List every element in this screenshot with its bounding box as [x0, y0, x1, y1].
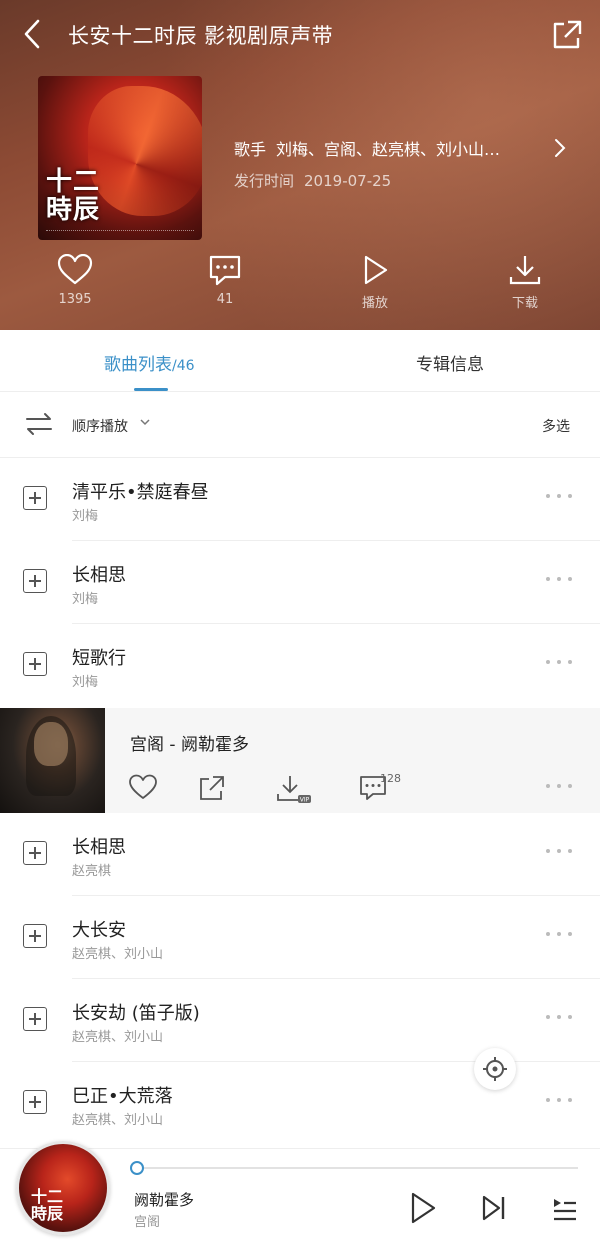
crosshair-icon — [483, 1057, 507, 1081]
tab-song-list-label: 歌曲列表 — [104, 355, 172, 375]
tab-bar: 歌曲列表/46 专辑信息 — [0, 330, 600, 392]
play-icon — [364, 255, 388, 285]
heart-icon — [57, 254, 93, 285]
song-artist: 刘梅 — [72, 509, 99, 524]
playlist-icon[interactable] — [550, 1191, 578, 1225]
more-icon[interactable] — [546, 932, 572, 938]
song-title: 长安劫 (笛子版) — [72, 1003, 200, 1024]
chevron-right-icon[interactable] — [554, 138, 566, 158]
list-toolbar: 顺序播放 多选 — [0, 392, 600, 458]
add-icon[interactable] — [23, 1007, 47, 1031]
album-cover[interactable]: 十二 時辰 — [38, 76, 202, 240]
cover-logo: 十二 時辰 — [46, 167, 101, 225]
release-date: 2019-07-25 — [304, 172, 392, 190]
album-header: 长安十二时辰 影视剧原声带 十二 時辰 歌手 刘梅、宫阁、赵亮棋、刘小山… 发行时间… — [0, 0, 600, 330]
more-icon[interactable] — [546, 660, 572, 666]
tab-song-list[interactable]: 歌曲列表/46 — [104, 350, 195, 375]
mini-player-title: 阙勒霍多 — [134, 1191, 195, 1209]
mini-player: 十二 時辰 阙勒霍多 宫阁 — [0, 1141, 600, 1244]
list-item[interactable]: 长安劫 (笛子版) 赵亮棋、刘小山 — [0, 979, 600, 1062]
play-label: 播放 — [361, 296, 388, 311]
album-actions: 1395 41 播放 下载 — [0, 254, 600, 314]
more-icon[interactable] — [546, 849, 572, 855]
share-button[interactable] — [550, 18, 584, 52]
list-item[interactable]: 短歌行 刘梅 — [0, 624, 600, 707]
release-label: 发行时间 — [234, 172, 295, 190]
add-icon[interactable] — [23, 486, 47, 510]
share-icon — [553, 20, 582, 49]
song-artist: 赵亮棋 — [72, 864, 112, 879]
now-playing-title: 宫阁 - 阙勒霍多 — [130, 735, 249, 755]
song-title: 长相思 — [72, 565, 126, 586]
add-icon[interactable] — [23, 924, 47, 948]
artist-names: 刘梅、宫阁、赵亮棋、刘小山… — [276, 140, 501, 159]
vip-badge: VIP — [300, 797, 310, 804]
chevron-down-icon[interactable] — [140, 418, 150, 426]
video-thumbnail[interactable] — [0, 708, 105, 813]
sequential-play-icon[interactable] — [24, 412, 54, 436]
comment-count: 41 — [216, 292, 234, 307]
locate-current-button[interactable] — [474, 1048, 516, 1090]
like-button[interactable]: 1395 — [35, 254, 115, 307]
play-mode-select[interactable]: 顺序播放 — [72, 416, 128, 436]
song-title: 短歌行 — [72, 648, 126, 669]
download-button[interactable]: 下载 — [485, 254, 565, 311]
next-track-button[interactable] — [480, 1191, 508, 1225]
multi-select-button[interactable]: 多选 — [542, 416, 570, 436]
tab-indicator — [134, 388, 168, 391]
now-playing-item[interactable]: 宫阁 - 阙勒霍多 VIP 128 — [0, 708, 600, 813]
song-artist: 赵亮棋、刘小山 — [72, 1113, 164, 1128]
play-button[interactable] — [408, 1191, 438, 1225]
back-button[interactable] — [16, 16, 48, 52]
song-artist: 刘梅 — [72, 592, 99, 607]
top-bar: 长安十二时辰 影视剧原声带 — [0, 0, 600, 70]
comment-icon — [209, 255, 241, 286]
song-title: 巳正•大荒落 — [72, 1086, 173, 1107]
song-artist: 刘梅 — [72, 675, 99, 690]
cover-logo: 十二 時辰 — [31, 1187, 64, 1223]
list-item[interactable]: 清平乐•禁庭春昼 刘梅 — [0, 458, 600, 541]
more-icon[interactable] — [546, 577, 572, 583]
progress-knob[interactable] — [130, 1161, 144, 1175]
progress-track[interactable] — [136, 1167, 578, 1169]
mini-player-cover[interactable]: 十二 時辰 — [16, 1141, 110, 1235]
add-icon[interactable] — [23, 841, 47, 865]
comment-count-badge: 128 — [380, 772, 401, 785]
more-icon[interactable] — [546, 494, 572, 500]
release-row: 发行时间 2019-07-25 — [234, 170, 391, 191]
more-icon[interactable] — [546, 1015, 572, 1021]
comment-button[interactable]: 41 — [185, 254, 265, 307]
song-title: 长相思 — [72, 837, 126, 858]
tab-album-info[interactable]: 专辑信息 — [416, 350, 484, 375]
chevron-left-icon — [24, 19, 40, 49]
mini-player-artist: 宫阁 — [134, 1215, 161, 1230]
list-item[interactable]: 长相思 赵亮棋 — [0, 813, 600, 896]
song-count: /46 — [172, 358, 195, 374]
list-item[interactable]: 长相思 刘梅 — [0, 541, 600, 624]
like-count: 1395 — [58, 292, 92, 307]
album-page: 长安十二时辰 影视剧原声带 十二 時辰 歌手 刘梅、宫阁、赵亮棋、刘小山… 发行时间… — [0, 0, 600, 1244]
artist-label: 歌手 — [234, 140, 267, 159]
more-icon[interactable] — [546, 1098, 572, 1104]
album-title: 长安十二时辰 影视剧原声带 — [68, 24, 334, 48]
song-title: 清平乐•禁庭春昼 — [72, 482, 209, 503]
artist-row[interactable]: 歌手 刘梅、宫阁、赵亮棋、刘小山… — [234, 136, 570, 160]
add-icon[interactable] — [23, 1090, 47, 1114]
play-all-button[interactable]: 播放 — [335, 254, 415, 311]
download-label: 下载 — [511, 296, 538, 311]
share-icon[interactable] — [198, 774, 226, 802]
cover-art — [88, 86, 202, 216]
more-icon[interactable] — [546, 784, 572, 790]
list-item[interactable]: 大长安 赵亮棋、刘小山 — [0, 896, 600, 979]
add-icon[interactable] — [23, 652, 47, 676]
song-title: 大长安 — [72, 920, 126, 941]
heart-icon[interactable] — [128, 774, 158, 800]
download-icon[interactable]: VIP — [276, 774, 312, 804]
song-artist: 赵亮棋、刘小山 — [72, 1030, 164, 1045]
song-artist: 赵亮棋、刘小山 — [72, 947, 164, 962]
download-icon — [509, 256, 541, 285]
add-icon[interactable] — [23, 569, 47, 593]
